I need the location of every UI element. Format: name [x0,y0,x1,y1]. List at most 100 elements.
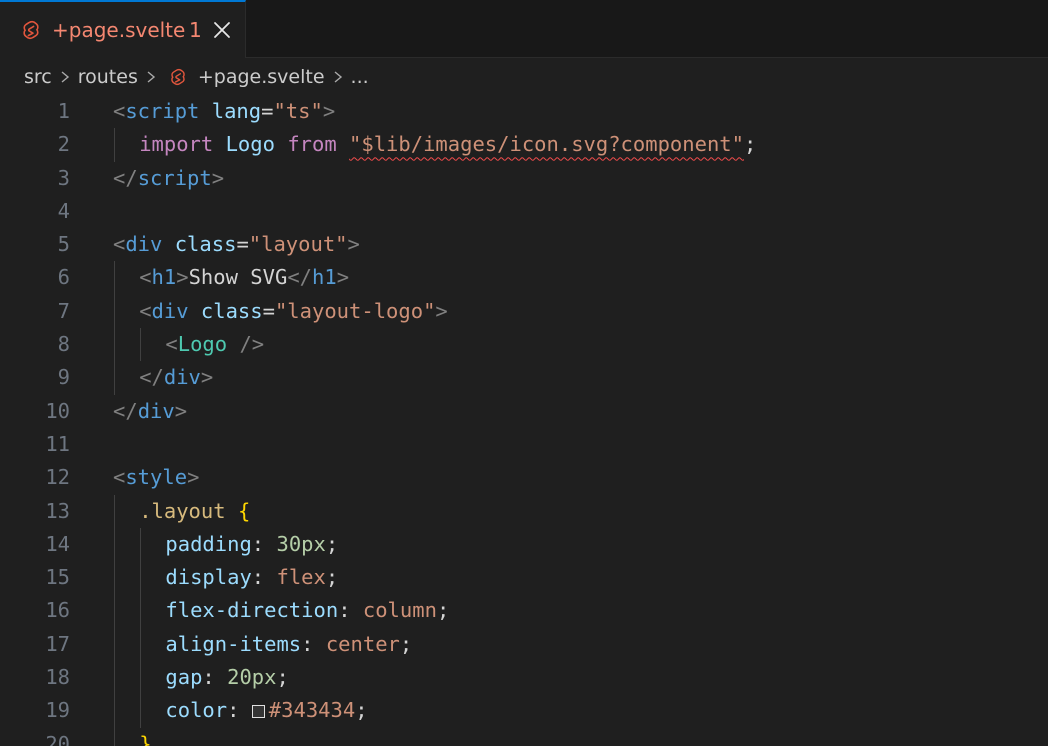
code-line[interactable]: 13 .layout { [0,494,1048,528]
line-number: 17 [45,631,70,656]
code-line[interactable]: 20} [0,727,1048,746]
code-line[interactable]: 15 display: flex; [0,561,1048,595]
breadcrumb-item-routes[interactable]: routes [78,66,138,88]
code-token: class [174,232,237,257]
code-line[interactable]: 18 gap: 20px; [0,661,1048,695]
code-token: </ [139,365,164,390]
tab-page-svelte[interactable]: +page.svelte 1 [0,0,246,58]
code-token: .layout [139,498,226,523]
indent-guide [140,661,141,695]
code-token: script [125,99,200,123]
code-token: > [347,232,360,257]
line-text: gap: 20px; [165,661,288,694]
code-token: ; [325,565,339,590]
code-line[interactable]: 16 flex-direction: column; [0,594,1048,628]
line-text: padding: 30px; [165,528,338,561]
code-token: padding [165,531,252,556]
line-number: 13 [45,498,70,523]
code-token: > [200,365,214,390]
code-line[interactable]: 5 <div class="layout"> [0,228,1048,261]
code-line[interactable]: 11 [0,428,1048,461]
code-token: gap [165,665,203,690]
svelte-icon [23,20,39,40]
code-token: < [113,232,126,257]
code-token: center [325,631,400,656]
code-line[interactable]: 1 <script lang="ts"> [0,95,1048,128]
code-line[interactable]: 9 </div> [0,361,1048,395]
code-token: ; [276,665,289,690]
code-token: script [137,165,212,190]
line-text: <div class="layout"> [113,228,360,261]
indent-guide [114,561,115,595]
color-swatch[interactable] [251,705,265,719]
code-line[interactable]: 12 <style> [0,461,1048,494]
indent-guide [140,594,141,628]
code-line[interactable]: 17 align-items: center; [0,627,1048,662]
code-token: div [151,298,189,323]
line-number: 10 [45,398,70,423]
line-number: 3 [57,165,70,190]
problem-count-badge: 1 [189,18,202,42]
code-token: : [227,698,252,723]
breadcrumb-item-file[interactable]: +page.svelte [198,66,325,88]
code-token: "layout-logo" [274,298,436,323]
line-number: 19 [45,698,70,723]
line-text: color: #343434; [165,694,367,727]
indent-guide [140,527,141,562]
code-editor[interactable]: +page.svelte 1 src routes +page.svelte .… [0,0,1048,746]
breadcrumb-item-src[interactable]: src [24,66,52,88]
code-token: = [262,298,275,323]
code-token: "$lib/images/icon.svg?component" [349,132,744,157]
code-line[interactable]: 14 padding: 30px; [0,527,1048,562]
close-icon[interactable] [211,19,233,41]
code-line[interactable]: 4 [0,195,1048,228]
code-token: </ [113,165,138,190]
line-number: 18 [45,665,70,690]
code-token: : [251,565,277,590]
line-text: align-items: center; [165,628,412,661]
indent-guide [140,328,141,362]
code-token: "ts" [273,99,323,123]
code-token: from [287,132,337,157]
chevron-right-icon [334,71,342,83]
line-number: 6 [57,265,70,290]
code-token: </ [113,398,138,423]
line-number: 11 [45,431,70,456]
code-line[interactable]: 19 color: #343434; [0,694,1048,728]
code-line[interactable]: 3 </script> [0,162,1048,195]
line-number: 2 [57,132,70,157]
line-text: import Logo from "$lib/images/icon.svg?c… [139,128,756,161]
code-line[interactable]: 7 <div class="layout-logo"> [0,294,1048,329]
code-token: div [125,232,163,257]
code-token: > [336,265,350,290]
line-text: <Logo /> [165,328,264,361]
code-token: div [137,398,175,423]
code-line[interactable]: 10 </div> [0,395,1048,428]
code-line[interactable]: 2 import Logo from "$lib/images/icon.svg?… [0,128,1048,162]
code-token: #343434 [268,698,356,723]
code-token: > [176,265,189,290]
code-token: Logo [225,132,275,157]
indent-guide [114,727,115,746]
line-text: .layout { [139,495,250,528]
line-text: display: flex; [165,561,338,594]
code-token: < [113,465,126,490]
code-line[interactable]: 8 <Logo /> [0,328,1048,362]
code-token: </ [287,265,312,290]
code-token: Show SVG [188,265,288,290]
code-area[interactable]: 1 <script lang="ts"> 2 import Logo from "$l… [0,95,1048,746]
code-token: column [362,598,437,623]
code-line[interactable]: 6 <h1>Show SVG</h1> [0,261,1048,295]
line-text: <script lang="ts"> [113,95,335,128]
indent-guide [114,594,115,628]
code-token: > [435,298,448,323]
code-token: > [174,398,188,423]
breadcrumb-item-symbols[interactable]: ... [351,66,369,88]
svelte-icon [171,68,185,86]
indent-guide [114,128,115,162]
